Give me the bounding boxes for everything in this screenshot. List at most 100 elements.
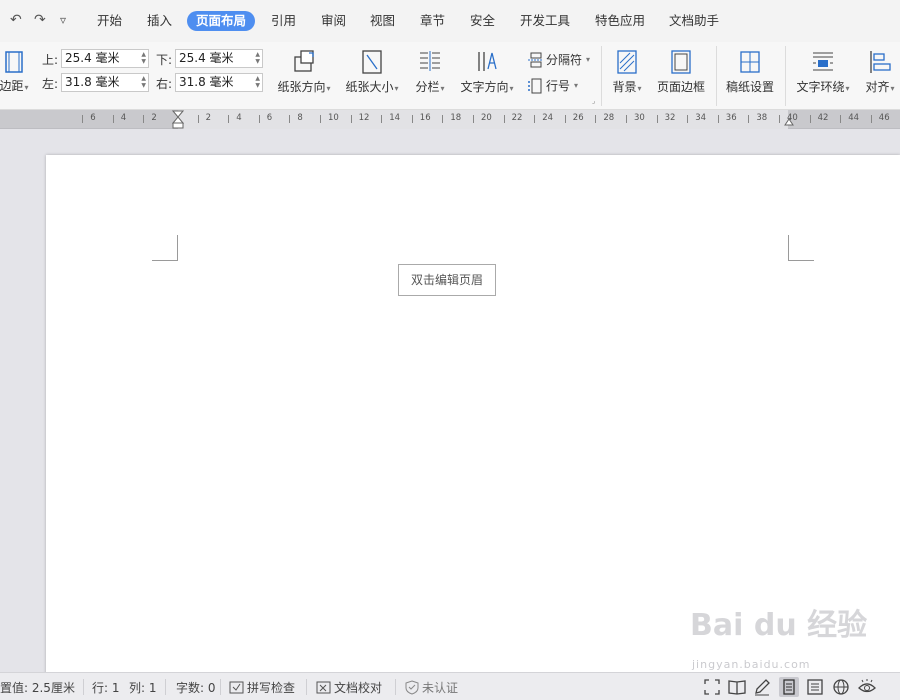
chevron-down-icon: ▾ xyxy=(440,84,445,93)
ruler-tick-label: 38 xyxy=(756,113,768,123)
page-border-icon xyxy=(671,50,691,74)
status-bar: 设置值: 2.5厘米 行: 1 列: 1 字数: 0 拼写检查 文档校对 未认证 xyxy=(0,672,900,700)
ruler-tick-label: 20 xyxy=(481,113,492,123)
tab-developer[interactable]: 开发工具 xyxy=(511,11,579,31)
chevron-down-icon: ▾ xyxy=(509,84,514,93)
tab-insert[interactable]: 插入 xyxy=(138,11,181,31)
right-indent-marker-icon[interactable] xyxy=(784,116,794,126)
columns-button[interactable]: 分栏▾ xyxy=(411,49,449,95)
ruler-tick-label: 12 xyxy=(358,113,370,123)
outline-view-icon[interactable] xyxy=(805,677,825,697)
margin-corner-top-left xyxy=(152,235,178,261)
ruler-tick-mark xyxy=(779,115,780,123)
text-wrap-label: 文字环绕 xyxy=(796,80,845,94)
text-direction-button[interactable]: 文字方向▾ xyxy=(456,49,518,95)
status-divider xyxy=(220,679,221,695)
status-divider xyxy=(165,679,166,695)
ribbon-divider xyxy=(601,46,602,106)
text-wrap-icon xyxy=(813,52,833,71)
spinner-icon[interactable]: ▲ ▼ xyxy=(141,51,146,65)
customize-quick-access-icon[interactable]: ▿ xyxy=(60,13,66,27)
ruler-tick-mark xyxy=(717,115,719,123)
indent-marker-icon[interactable] xyxy=(172,110,184,129)
reading-view-icon[interactable] xyxy=(727,677,747,697)
tab-review[interactable]: 审阅 xyxy=(312,11,355,31)
left-margin-label: 左: xyxy=(42,77,59,91)
ruler-tick-mark xyxy=(320,115,321,123)
line-numbers-button[interactable]: 行号 ▾ xyxy=(527,77,578,94)
word-count[interactable]: 字数: 0 xyxy=(176,679,216,696)
tab-view[interactable]: 视图 xyxy=(361,11,404,31)
manuscript-settings-label: 稿纸设置 xyxy=(725,80,774,94)
status-divider xyxy=(306,679,307,695)
text-wrap-button[interactable]: 文字环绕▾ xyxy=(792,49,854,95)
ruler-tick-mark xyxy=(82,115,84,123)
spinner-icon[interactable]: ▲ ▼ xyxy=(141,75,146,89)
spinner-icon[interactable]: ▲ ▼ xyxy=(255,75,260,89)
ribbon: 边距▾ 上: 25.4 毫米 ▲ ▼ 下: 25.4 毫米 ▲ ▼ 左: 31.8 … xyxy=(0,42,900,110)
tab-page-layout[interactable]: 页面布局 xyxy=(187,11,256,31)
col-indicator: 列: 1 xyxy=(129,681,157,695)
manuscript-settings-button[interactable]: 稿纸设置 xyxy=(722,49,778,95)
right-margin-field[interactable]: 31.8 毫米 ▲ ▼ xyxy=(175,73,263,92)
ribbon-divider xyxy=(716,46,717,106)
margins-button[interactable]: 边距▾ xyxy=(0,50,34,94)
certification-label: 未认证 xyxy=(422,681,459,695)
document-area[interactable]: 双击编辑页眉 xyxy=(0,130,900,675)
doc-proof-button[interactable]: 文档校对 xyxy=(316,679,382,696)
top-margin-field[interactable]: 25.4 毫米 ▲ ▼ xyxy=(61,49,149,68)
left-margin-field[interactable]: 31.8 毫米 ▲ ▼ xyxy=(61,73,149,92)
align-button[interactable]: 对齐▾ xyxy=(860,49,900,95)
spell-check-button[interactable]: 拼写检查 xyxy=(229,679,295,696)
fullscreen-icon[interactable] xyxy=(702,677,722,697)
dialog-launcher-icon[interactable]: ⌟ xyxy=(592,97,595,105)
web-view-icon[interactable] xyxy=(831,677,851,697)
bottom-margin-field[interactable]: 25.4 毫米 ▲ ▼ xyxy=(175,49,263,68)
eye-protection-icon[interactable] xyxy=(857,677,877,697)
ruler-tick-label: 6 xyxy=(90,113,96,123)
ruler-tick-mark xyxy=(473,115,474,123)
orientation-button[interactable]: 纸张方向▾ xyxy=(272,49,336,95)
tab-security[interactable]: 安全 xyxy=(461,11,504,31)
chevron-down-icon: ▾ xyxy=(326,84,331,93)
edit-pen-icon[interactable] xyxy=(752,677,772,697)
chevron-down-icon: ▾ xyxy=(574,81,579,90)
ruler-tick-label: 2 xyxy=(151,113,157,123)
certification-status[interactable]: 未认证 xyxy=(405,679,458,696)
edit-header-tooltip[interactable]: 双击编辑页眉 xyxy=(398,264,496,296)
doc-proof-icon xyxy=(316,681,331,694)
page-view-icon[interactable] xyxy=(779,677,799,697)
tab-chapter[interactable]: 章节 xyxy=(411,11,454,31)
document-page[interactable]: 双击编辑页眉 xyxy=(46,155,900,675)
tab-special-features[interactable]: 特色应用 xyxy=(586,11,654,31)
spinner-icon[interactable]: ▲ ▼ xyxy=(255,51,260,65)
margins-label: 边距 xyxy=(0,79,24,93)
text-direction-icon xyxy=(478,52,497,71)
ruler-tick-mark xyxy=(870,115,872,123)
tab-references[interactable]: 引用 xyxy=(262,11,305,31)
spell-check-label: 拼写检查 xyxy=(247,681,296,695)
page-border-button[interactable]: 页面边框 xyxy=(653,49,709,95)
undo-icon[interactable]: ↶ xyxy=(10,12,22,28)
separator-icon xyxy=(528,52,542,67)
left-margin-value: 31.8 毫米 xyxy=(65,75,120,89)
top-margin-label: 上: xyxy=(42,53,59,67)
ruler-tick-label: 4 xyxy=(120,113,127,123)
tab-home[interactable]: 开始 xyxy=(88,11,131,31)
ruler-tick-mark xyxy=(411,115,413,123)
ruler-tick-label: 24 xyxy=(542,113,554,123)
ribbon-divider xyxy=(785,46,786,106)
chevron-down-icon: ▾ xyxy=(586,55,591,64)
ruler-tick-label: 32 xyxy=(664,113,676,123)
ruler-tick-label: 2 xyxy=(205,113,212,123)
background-button[interactable]: 背景▾ xyxy=(607,49,647,95)
separator-button[interactable]: 分隔符 ▾ xyxy=(527,51,590,68)
paper-size-button[interactable]: 纸张大小▾ xyxy=(341,49,403,95)
redo-icon[interactable]: ↷ xyxy=(34,12,46,28)
horizontal-ruler[interactable]: 6 4 2 2 4 6 8 10 12 14 16 18 20 22 24 26 28 30 32 34 36 38 40 4… xyxy=(0,110,900,129)
ruler-tick-mark xyxy=(687,115,689,123)
tab-doc-assistant[interactable]: 文档助手 xyxy=(660,11,728,31)
ruler-tick-label: 28 xyxy=(603,113,615,123)
shield-icon xyxy=(405,680,419,695)
ruler-tick-label: 6 xyxy=(266,113,273,123)
